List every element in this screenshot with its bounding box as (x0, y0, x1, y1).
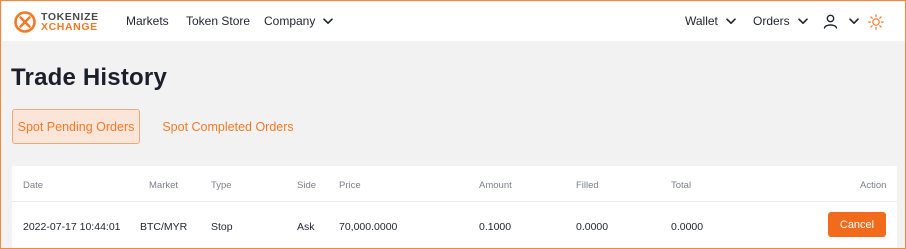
brand-logo[interactable]: TOKENIZE XCHANGE (14, 10, 99, 34)
chevron-down-icon (323, 17, 334, 24)
column-header-type: Type (211, 180, 232, 191)
nav-token-store-label: Token Store (186, 14, 251, 28)
nav-markets-label: Markets (126, 14, 169, 28)
brand-wordmark: TOKENIZE XCHANGE (41, 12, 99, 33)
brand-line2: XCHANGE (41, 21, 98, 33)
tab-spot-completed-orders[interactable]: Spot Completed Orders (159, 109, 297, 144)
column-header-amount: Amount (479, 180, 512, 191)
nav-wallet-label: Wallet (685, 14, 718, 28)
column-header-total: Total (671, 180, 692, 191)
orders-table: Date Market Type Side Price Amount Fille… (12, 166, 897, 248)
tab-spot-pending-orders[interactable]: Spot Pending Orders (12, 109, 140, 144)
chevron-down-icon (797, 17, 808, 24)
nav-wallet-dropdown[interactable]: Wallet (685, 14, 736, 28)
user-icon[interactable] (823, 14, 838, 29)
column-header-side: Side (297, 180, 317, 191)
cell-side: Ask (297, 221, 315, 233)
app-window: TOKENIZE XCHANGE Markets Token Store Com… (0, 0, 906, 249)
header-divider (12, 201, 897, 202)
nav-orders-label: Orders (753, 14, 790, 28)
sun-icon[interactable] (868, 14, 884, 30)
cell-amount: 0.1000 (479, 221, 512, 233)
cell-price: 70,000.0000 (339, 221, 398, 233)
cancel-order-button[interactable]: Cancel (828, 212, 886, 237)
column-header-market: Market (149, 180, 179, 191)
nav-token-store[interactable]: Token Store (186, 14, 250, 28)
nav-company-label: Company (264, 14, 316, 28)
column-header-action: Action (860, 180, 887, 191)
top-navbar: TOKENIZE XCHANGE Markets Token Store Com… (2, 2, 905, 41)
chevron-down-icon (726, 17, 736, 24)
cell-date: 2022-07-17 10:44:01 (23, 221, 121, 233)
cell-filled: 0.0000 (576, 221, 609, 233)
tokenize-logo-icon (14, 11, 36, 33)
column-header-filled: Filled (576, 180, 599, 191)
nav-company-dropdown[interactable]: Company (264, 14, 334, 28)
column-header-price: Price (339, 180, 361, 191)
page-title: Trade History (11, 64, 167, 91)
chevron-down-icon[interactable] (849, 18, 859, 25)
nav-orders-dropdown[interactable]: Orders (753, 14, 808, 28)
nav-markets[interactable]: Markets (126, 14, 169, 28)
cell-market: BTC/MYR (140, 221, 188, 233)
cell-type: Stop (211, 221, 233, 233)
cell-total: 0.0000 (671, 221, 704, 233)
column-header-date: Date (23, 180, 44, 191)
